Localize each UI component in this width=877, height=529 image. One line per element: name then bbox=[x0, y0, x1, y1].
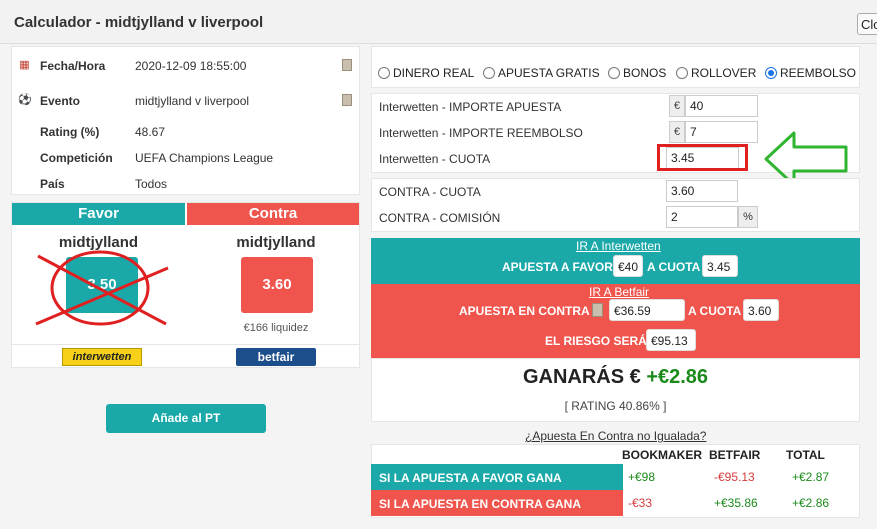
contra-cuota-label: CONTRA - CUOTA bbox=[379, 185, 481, 199]
betfair-link[interactable]: IR A Betfair bbox=[589, 285, 649, 299]
cell-bookmaker: -€33 bbox=[628, 496, 653, 510]
result-panel: GANARÁS € +€2.86 [ RATING 40.86% ] bbox=[371, 358, 860, 422]
calendar-icon: ▦ bbox=[19, 59, 30, 71]
importe-apuesta-input[interactable]: 40 bbox=[685, 95, 758, 117]
betfair-logo[interactable]: betfair bbox=[236, 348, 316, 366]
radio-label: APUESTA GRATIS bbox=[498, 66, 600, 80]
interwetten-link[interactable]: IR A Interwetten bbox=[576, 239, 661, 253]
window-titlebar: Calculador - midtjylland v liverpool Clo… bbox=[0, 0, 877, 44]
cell-total: +€2.87 bbox=[792, 470, 830, 484]
info-value: UEFA Champions League bbox=[135, 151, 274, 165]
radio-label: DINERO REAL bbox=[393, 66, 475, 80]
percent-addon: % bbox=[738, 206, 758, 228]
importe-reembolso-label: Interwetten - IMPORTE REEMBOLSO bbox=[379, 126, 583, 140]
crossed-out-annotation bbox=[35, 250, 169, 326]
result-label: GANARÁS € bbox=[522, 366, 641, 388]
soccer-ball-icon: ⚽ bbox=[18, 94, 32, 106]
favor-team: midtjylland bbox=[58, 234, 139, 251]
contra-bet-amount: €36.59 bbox=[609, 299, 685, 321]
col-header-betfair: BETFAIR bbox=[709, 448, 761, 462]
contra-result-band: IR A Betfair APUESTA EN CONTRA €36.59 A … bbox=[371, 284, 860, 358]
radio-dot-selected[interactable] bbox=[765, 67, 777, 79]
favor-result-band: IR A Interwetten APUESTA A FAVOR €40 A C… bbox=[371, 238, 860, 284]
info-value: Todos bbox=[135, 177, 168, 191]
cell-betfair: +€35.86 bbox=[714, 496, 758, 510]
cuota-label: Interwetten - CUOTA bbox=[379, 152, 491, 166]
radio-dot[interactable] bbox=[676, 67, 688, 79]
contra-odds-label: A CUOTA bbox=[688, 304, 742, 318]
radio-dot[interactable] bbox=[608, 67, 620, 79]
add-to-pt-button[interactable]: Añade al PT bbox=[106, 404, 266, 433]
radio-label: ROLLOVER bbox=[691, 66, 757, 80]
info-value: 2020-12-09 18:55:00 bbox=[135, 59, 247, 73]
result-heading: GANARÁS € +€2.86 bbox=[372, 366, 859, 389]
info-label: Rating (%) bbox=[40, 125, 100, 139]
risk-label: EL RIESGO SERÁ bbox=[545, 334, 647, 348]
info-label: Fecha/Hora bbox=[40, 59, 106, 73]
event-info-panel: ▦ Fecha/Hora 2020-12-09 18:55:00 ⚽ Event… bbox=[11, 46, 360, 195]
contra-header: Contra bbox=[187, 203, 359, 225]
col-header-bookmaker: BOOKMAKER bbox=[622, 448, 702, 462]
info-row-rating: Rating (%) 48.67 bbox=[12, 122, 359, 142]
radio-label: BONOS bbox=[623, 66, 667, 80]
info-label: País bbox=[40, 177, 65, 191]
result-amount: +€2.86 bbox=[646, 366, 709, 388]
info-row-competition: Competición UEFA Champions League bbox=[12, 148, 359, 168]
cell-bookmaker: +€98 bbox=[628, 470, 656, 484]
contra-cuota-input[interactable]: 3.60 bbox=[666, 180, 738, 202]
unmatched-bet-link[interactable]: ¿Apuesta En Contra no Igualada? bbox=[525, 429, 706, 443]
radio-dot[interactable] bbox=[378, 67, 390, 79]
radio-label: REEMBOLSO bbox=[780, 66, 857, 80]
contra-bet-label: APUESTA EN CONTRA bbox=[459, 304, 590, 318]
result-rating: [ RATING 40.86% ] bbox=[564, 399, 667, 413]
window-title: Calculador - midtjylland v liverpool bbox=[14, 14, 264, 31]
clipboard-icon[interactable] bbox=[592, 303, 603, 317]
contra-comision-input[interactable]: 2 bbox=[666, 206, 738, 228]
importe-apuesta-label: Interwetten - IMPORTE APUESTA bbox=[379, 100, 562, 114]
info-row-event: ⚽ Evento midtjylland v liverpool bbox=[12, 91, 359, 111]
radio-dot[interactable] bbox=[483, 67, 495, 79]
contra-comision-label: CONTRA - COMISIÓN bbox=[379, 211, 501, 225]
contra-odds-box[interactable]: 3.60 bbox=[241, 257, 313, 313]
copy-icon[interactable] bbox=[342, 94, 352, 106]
contra-liquidity: €166 liquidez bbox=[243, 322, 309, 334]
favor-header: Favor bbox=[12, 203, 185, 225]
favor-bet-amount: €40 bbox=[613, 255, 643, 277]
favor-bet-label: APUESTA A FAVOR bbox=[502, 260, 613, 274]
mode-radio-apuesta-gratis[interactable]: APUESTA GRATIS bbox=[483, 66, 600, 80]
mode-radio-dinero-real[interactable]: DINERO REAL bbox=[378, 66, 474, 80]
mode-radio-bonos[interactable]: BONOS bbox=[608, 66, 666, 80]
row-label-contra-wins: SI LA APUESTA EN CONTRA GANA bbox=[371, 490, 623, 516]
row-label-favor-wins: SI LA APUESTA A FAVOR GANA bbox=[371, 464, 623, 490]
copy-icon[interactable] bbox=[342, 59, 352, 71]
info-label: Evento bbox=[40, 94, 81, 108]
risk-value: €95.13 bbox=[646, 329, 696, 351]
cell-betfair: -€95.13 bbox=[714, 470, 755, 484]
highlight-annotation bbox=[657, 144, 748, 171]
mode-radio-reembolso[interactable]: REEMBOLSO bbox=[765, 66, 856, 80]
info-value: midtjylland v liverpool bbox=[135, 94, 250, 108]
info-row-country: País Todos bbox=[12, 174, 359, 194]
col-header-total: TOTAL bbox=[786, 448, 825, 462]
importe-reembolso-input[interactable]: 7 bbox=[685, 121, 758, 143]
favor-odds-label: A CUOTA bbox=[647, 260, 701, 274]
contra-odds-value: 3.60 bbox=[743, 299, 779, 321]
interwetten-logo[interactable]: interwetten bbox=[62, 348, 142, 366]
mode-radio-rollover[interactable]: ROLLOVER bbox=[676, 66, 756, 80]
currency-addon: € bbox=[669, 95, 685, 117]
info-label: Competición bbox=[40, 151, 113, 165]
favor-odds-value: 3.45 bbox=[702, 255, 738, 277]
cell-total: +€2.86 bbox=[792, 496, 830, 510]
contra-team: midtjylland bbox=[236, 234, 316, 251]
close-button[interactable]: Close bbox=[857, 13, 877, 35]
info-row-date: ▦ Fecha/Hora 2020-12-09 18:55:00 bbox=[12, 56, 359, 76]
currency-addon: € bbox=[669, 121, 685, 143]
info-value: 48.67 bbox=[135, 125, 166, 139]
